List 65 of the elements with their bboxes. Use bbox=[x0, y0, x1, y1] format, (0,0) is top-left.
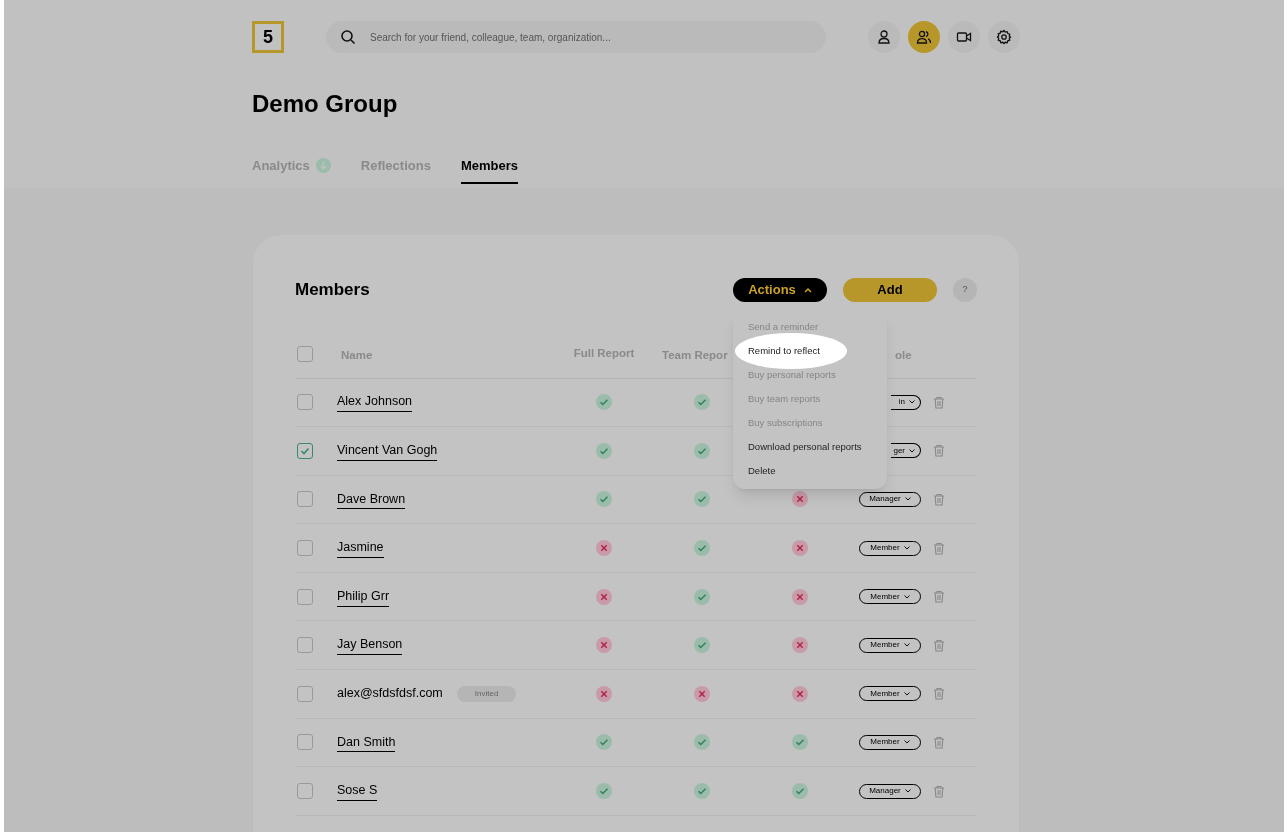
checkbox[interactable] bbox=[297, 442, 313, 459]
menu-item[interactable]: Download personal reports bbox=[733, 435, 887, 459]
caret-up-icon bbox=[803, 286, 812, 293]
video-camera-button[interactable] bbox=[948, 21, 980, 53]
trash-icon[interactable] bbox=[933, 493, 945, 506]
chevron-down-icon bbox=[904, 789, 911, 794]
checkbox[interactable] bbox=[297, 783, 313, 800]
member-name[interactable]: Dave Brown bbox=[337, 489, 406, 510]
column-header: Full Report bbox=[573, 346, 635, 362]
trash-icon[interactable] bbox=[933, 735, 945, 749]
chevron-down-icon bbox=[903, 546, 910, 551]
search-icon bbox=[340, 29, 356, 45]
checkbox[interactable] bbox=[297, 394, 313, 411]
trash-icon[interactable] bbox=[933, 395, 945, 409]
tab[interactable]: Members bbox=[460, 156, 518, 184]
invited-badge: Invited bbox=[456, 685, 517, 702]
chevron-down-icon bbox=[909, 400, 915, 405]
checkbox[interactable] bbox=[297, 346, 313, 362]
checkbox[interactable] bbox=[297, 734, 313, 751]
trash-icon[interactable] bbox=[933, 590, 945, 604]
trash-icon[interactable] bbox=[933, 687, 945, 701]
member-name[interactable]: Alex Johnson bbox=[337, 392, 413, 413]
checkbox[interactable] bbox=[297, 540, 313, 557]
member-name[interactable]: Jay Benson bbox=[337, 635, 403, 656]
member-name[interactable]: Dan Smith bbox=[337, 732, 396, 753]
checkbox[interactable] bbox=[297, 588, 313, 605]
column-header: ole bbox=[895, 349, 912, 361]
person-icon bbox=[876, 29, 892, 45]
settings-button[interactable] bbox=[988, 21, 1020, 53]
help-button[interactable]: ? bbox=[953, 277, 977, 302]
menu-item[interactable]: Delete bbox=[733, 459, 887, 483]
member-name[interactable]: Sose S bbox=[337, 781, 378, 801]
search-field[interactable]: Search for your friend, colleague, team, organization... bbox=[326, 21, 826, 53]
actions-button[interactable]: Actions bbox=[733, 277, 827, 302]
menu-item[interactable]: Remind to reflect bbox=[735, 333, 847, 369]
people-icon bbox=[916, 29, 932, 45]
checkbox[interactable] bbox=[297, 685, 313, 702]
checkbox[interactable] bbox=[297, 491, 313, 508]
settings-icon bbox=[996, 29, 1012, 45]
member-name[interactable]: Philip Grr bbox=[337, 586, 390, 607]
person-button[interactable] bbox=[868, 21, 900, 53]
chevron-down-icon bbox=[903, 740, 910, 745]
trash-icon[interactable] bbox=[933, 638, 945, 652]
video-camera-icon bbox=[956, 29, 972, 45]
checkmark-icon bbox=[300, 445, 310, 456]
trash-icon[interactable] bbox=[933, 541, 945, 555]
member-name[interactable]: Vincent Van Gogh bbox=[337, 441, 438, 461]
card-title: Members bbox=[295, 279, 370, 301]
add-button[interactable]: Add bbox=[843, 277, 937, 302]
people-button[interactable] bbox=[908, 21, 940, 53]
logo[interactable]: 5 bbox=[252, 21, 284, 53]
chevron-down-icon bbox=[909, 448, 915, 453]
chevron-down-icon bbox=[903, 643, 910, 648]
chevron-down-icon bbox=[904, 497, 911, 502]
member-email: alex@sfdsfdsf.com bbox=[337, 685, 443, 703]
checkbox[interactable] bbox=[297, 637, 313, 654]
chevron-down-icon bbox=[903, 691, 910, 696]
chevron-down-icon bbox=[903, 594, 910, 599]
trash-icon[interactable] bbox=[933, 444, 945, 458]
member-name[interactable]: Jasmine bbox=[337, 538, 384, 558]
column-header: Name bbox=[341, 349, 373, 361]
trash-icon[interactable] bbox=[933, 784, 945, 798]
menu-item: Buy subscriptions bbox=[747, 415, 824, 430]
page-title: Demo Group bbox=[252, 92, 399, 116]
column-header: Team Repor bbox=[662, 349, 728, 361]
